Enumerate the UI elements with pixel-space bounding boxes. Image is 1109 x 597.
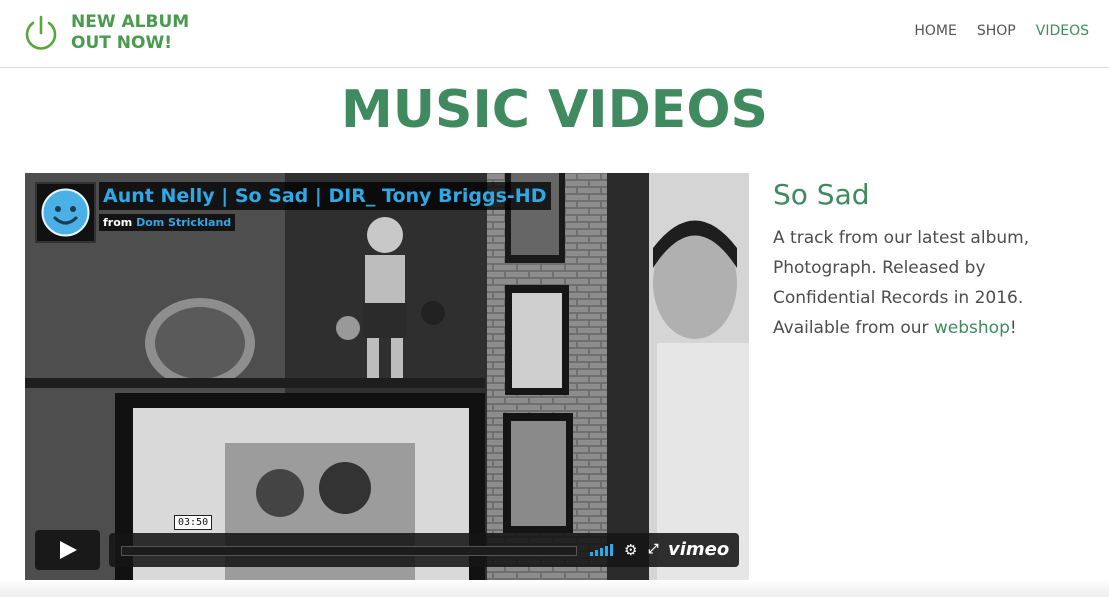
- video-byline: from Dom Strickland: [99, 214, 236, 231]
- volume-icon[interactable]: [590, 542, 613, 556]
- smiley-icon: [41, 188, 90, 237]
- from-label: from: [103, 216, 133, 229]
- video-title[interactable]: Aunt Nelly | So Sad | DIR_ Tony Briggs-H…: [99, 182, 551, 210]
- play-button[interactable]: [35, 530, 100, 570]
- brand-line-1: NEW ALBUM: [71, 12, 190, 32]
- brand-text[interactable]: NEW ALBUM OUT NOW!: [71, 12, 189, 54]
- webshop-link[interactable]: webshop: [934, 318, 1010, 338]
- brand-line-2: OUT NOW!: [71, 33, 172, 53]
- description-text: A track from our latest album, Photograp…: [773, 223, 1093, 343]
- control-bar: 03:50 ⚙ ⤢ vimeo: [109, 515, 739, 567]
- video-description: So Sad A track from our latest album, Ph…: [773, 178, 1093, 343]
- video-player[interactable]: Aunt Nelly | So Sad | DIR_ Tony Briggs-H…: [25, 173, 749, 580]
- vimeo-logo[interactable]: vimeo: [668, 539, 729, 560]
- fullscreen-icon[interactable]: ⤢: [648, 542, 658, 558]
- page-bottom-divider: [0, 580, 1109, 597]
- description-end: !: [1009, 318, 1017, 338]
- site-header: NEW ALBUM OUT NOW! HOME SHOP VIDEOS: [0, 0, 1109, 68]
- progress-bar[interactable]: [121, 546, 577, 556]
- author-link[interactable]: Dom Strickland: [136, 216, 231, 229]
- main-nav: HOME SHOP VIDEOS: [914, 23, 1089, 39]
- player-controls: 03:50 ⚙ ⤢ vimeo: [35, 515, 739, 570]
- gear-icon[interactable]: ⚙: [624, 542, 637, 558]
- nav-shop[interactable]: SHOP: [977, 23, 1016, 39]
- video-header: Aunt Nelly | So Sad | DIR_ Tony Briggs-H…: [35, 182, 551, 243]
- song-title: So Sad: [773, 178, 870, 211]
- avatar[interactable]: [35, 182, 96, 243]
- power-icon[interactable]: [23, 13, 59, 53]
- nav-videos[interactable]: VIDEOS: [1036, 23, 1089, 39]
- duration-label: 03:50: [174, 515, 213, 530]
- nav-home[interactable]: HOME: [914, 23, 956, 39]
- page-title: MUSIC VIDEOS: [341, 80, 768, 140]
